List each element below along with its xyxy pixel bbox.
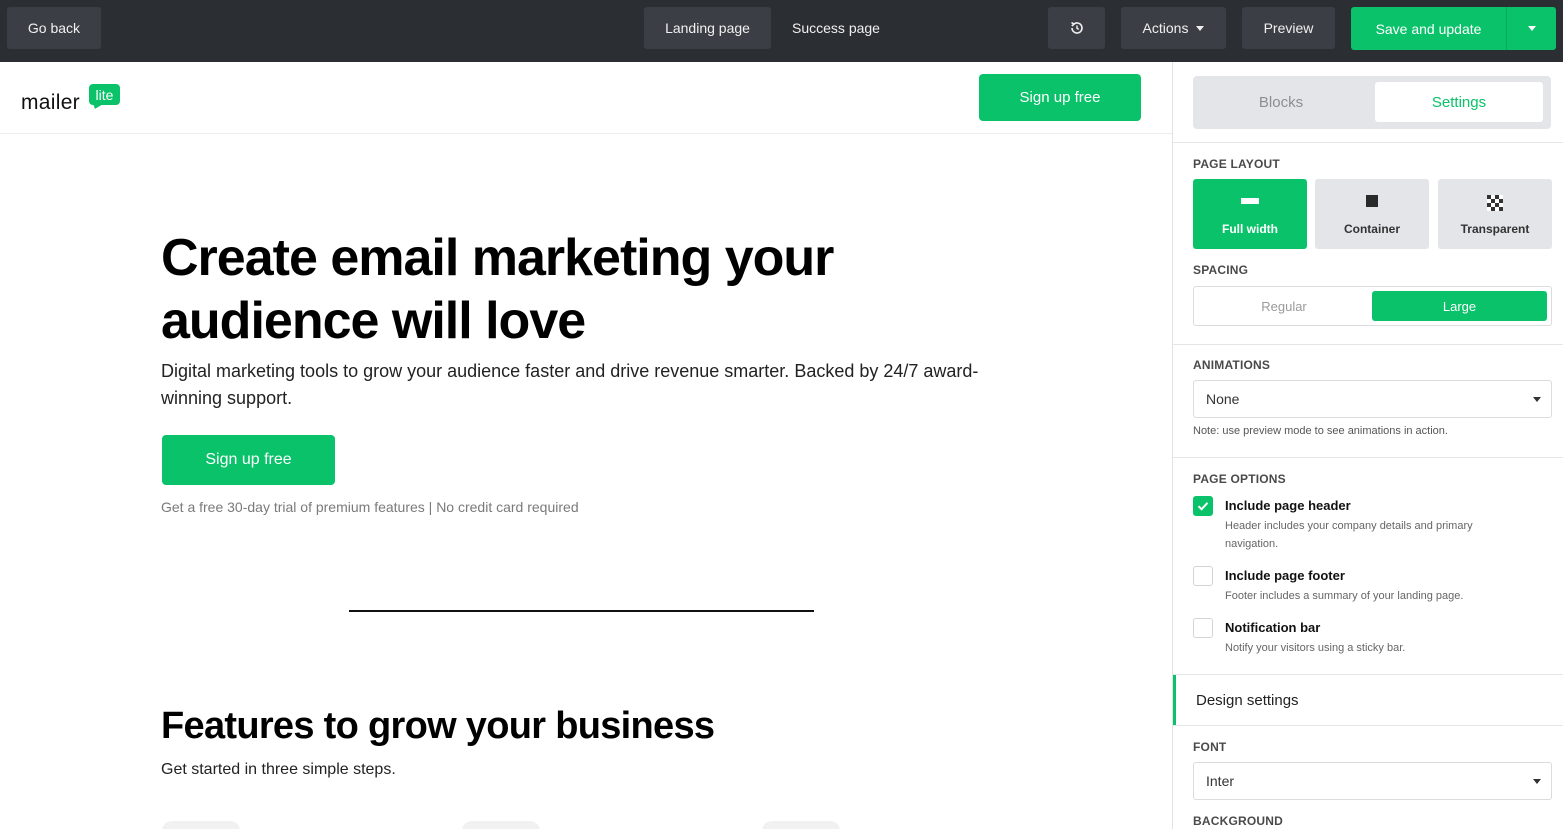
chevron-down-icon [1533, 397, 1541, 402]
chevron-down-icon [1196, 25, 1205, 31]
go-back-label: Go back [27, 20, 81, 36]
animations-value: None [1206, 391, 1240, 407]
feature-card [462, 821, 540, 829]
preview-button[interactable]: Preview [1242, 7, 1335, 49]
preview-label: Preview [1263, 20, 1314, 36]
feature-card [762, 821, 840, 829]
history-icon [1070, 21, 1083, 34]
page-canvas: mailer lite Sign up free Create email ma… [0, 62, 1172, 829]
divider [1173, 457, 1563, 458]
page-layout-label: PAGE LAYOUT [1193, 157, 1280, 171]
divider-line [349, 610, 814, 612]
page-options-label: PAGE OPTIONS [1193, 472, 1286, 486]
tab-settings-label: Settings [1431, 93, 1487, 111]
editor-toolbar: Go back Landing page Success page Action… [0, 0, 1563, 62]
go-back-button[interactable]: Go back [7, 7, 101, 49]
spacing-label: SPACING [1193, 263, 1249, 277]
layout-option-label: Transparent [1460, 222, 1530, 236]
notification-bar-title: Notification bar [1225, 620, 1321, 635]
hero-title: Create email marketing your audience wil… [161, 229, 834, 350]
features-subtitle: Get started in three simple steps. [161, 761, 396, 778]
features-title: Features to grow your business [161, 705, 715, 747]
header-sign-up-button[interactable]: Sign up free [979, 74, 1141, 121]
spacing-regular-label: Regular [1261, 298, 1307, 314]
include-header-title: Include page header [1225, 498, 1351, 513]
notification-bar-desc: Notify your visitors using a sticky bar. [1225, 642, 1406, 654]
layout-option-transparent[interactable]: Transparent [1438, 179, 1552, 249]
animations-note: Note: use preview mode to see animations… [1193, 425, 1448, 437]
settings-panel: Blocks Settings PAGE LAYOUT Full width C… [1173, 62, 1563, 829]
spacing-regular-option[interactable]: Regular [1194, 287, 1374, 325]
tab-success-page-label: Success page [792, 20, 880, 36]
chevron-down-icon [1527, 26, 1536, 31]
hero-sign-up-label: Sign up free [205, 451, 292, 468]
tab-success-page[interactable]: Success page [780, 7, 892, 49]
checkmark-icon [1197, 502, 1209, 511]
tab-blocks-label: Blocks [1258, 94, 1304, 111]
tab-blocks[interactable]: Blocks [1193, 76, 1369, 129]
transparent-icon [1487, 195, 1503, 211]
include-footer-checkbox[interactable] [1193, 566, 1213, 586]
tab-landing-page-label: Landing page [665, 20, 750, 36]
include-header-checkbox[interactable] [1193, 496, 1213, 516]
landing-page-header: mailer lite Sign up free [0, 62, 1172, 134]
layout-option-label: Container [1343, 222, 1400, 236]
animations-label: ANIMATIONS [1193, 358, 1271, 372]
layout-option-label: Full width [1222, 222, 1278, 236]
tab-settings[interactable]: Settings [1375, 82, 1543, 122]
save-button-group: Save and update [1351, 7, 1556, 50]
spacing-toggle: Regular Large [1193, 286, 1552, 326]
chevron-down-icon [1533, 779, 1541, 784]
divider [1173, 142, 1563, 143]
hero-sign-up-button[interactable]: Sign up free [162, 435, 335, 485]
background-label: BACKGROUND [1193, 814, 1283, 828]
feature-card [162, 821, 240, 829]
hero-subtitle: Digital marketing tools to grow your aud… [161, 361, 979, 408]
divider [1173, 344, 1563, 345]
include-footer-desc: Footer includes a summary of your landin… [1225, 590, 1464, 602]
notification-bar-checkbox[interactable] [1193, 618, 1213, 638]
actions-dropdown[interactable]: Actions [1121, 7, 1226, 49]
history-button[interactable] [1048, 7, 1105, 49]
layout-option-full-width[interactable]: Full width [1193, 179, 1307, 249]
font-value: Inter [1206, 773, 1235, 789]
hero-note: Get a free 30-day trial of premium featu… [161, 499, 579, 515]
design-settings-row[interactable]: Design settings [1173, 674, 1563, 726]
font-label: FONT [1193, 740, 1227, 754]
font-select[interactable]: Inter [1193, 762, 1552, 800]
save-and-update-button[interactable]: Save and update [1351, 7, 1506, 50]
include-header-desc: Header includes your company details and… [1225, 520, 1473, 550]
spacing-large-option[interactable]: Large [1372, 291, 1547, 321]
container-icon [1366, 195, 1378, 207]
design-settings-label: Design settings [1196, 691, 1299, 709]
spacing-large-label: Large [1442, 298, 1477, 314]
header-sign-up-label: Sign up free [1019, 89, 1101, 106]
actions-label: Actions [1142, 20, 1189, 36]
logo-word: mailer [21, 91, 80, 114]
include-footer-title: Include page footer [1225, 568, 1345, 583]
layout-option-container[interactable]: Container [1315, 179, 1429, 249]
active-accent [1173, 675, 1176, 725]
animations-select[interactable]: None [1193, 380, 1552, 418]
panel-tabs: Blocks Settings [1193, 76, 1551, 129]
tab-landing-page[interactable]: Landing page [644, 7, 771, 49]
full-width-icon [1241, 198, 1259, 204]
save-label: Save and update [1375, 20, 1482, 37]
save-options-button[interactable] [1507, 7, 1556, 50]
